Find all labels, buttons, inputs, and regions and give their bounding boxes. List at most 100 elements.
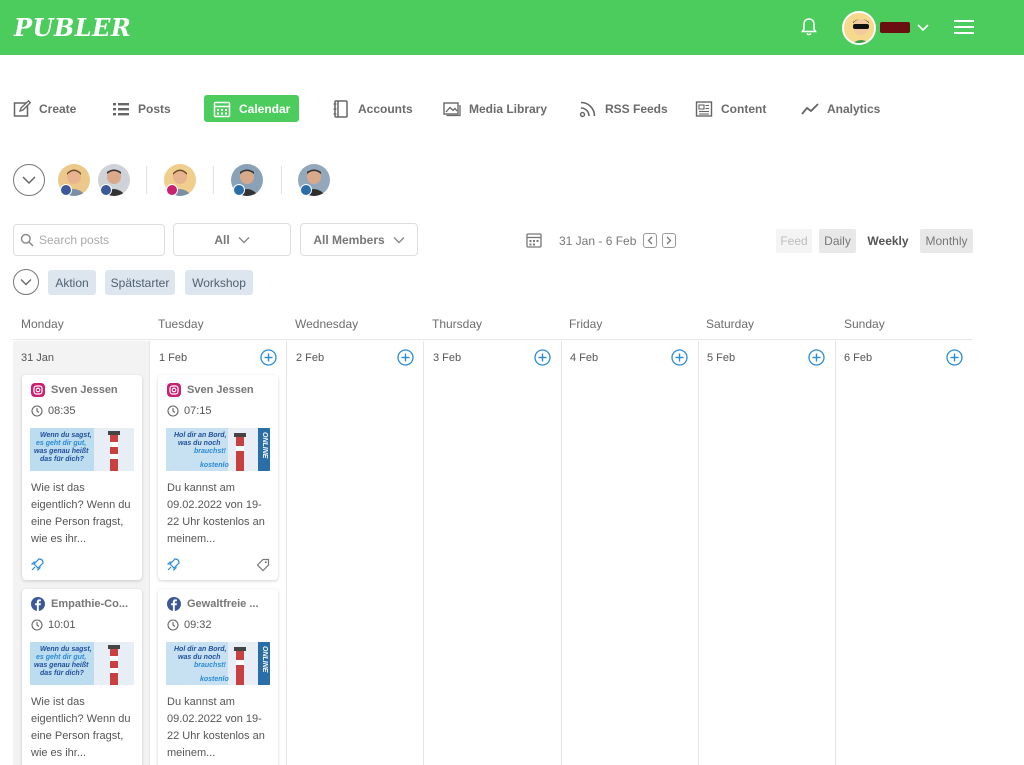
search-input[interactable] (39, 233, 159, 247)
previous-week-button[interactable] (643, 233, 657, 248)
post-text: Wie ist das eigentlich? Wenn du eine Per… (31, 482, 131, 545)
post-time: 09:32 (167, 619, 212, 631)
accounts-collapse-toggle[interactable] (13, 164, 45, 196)
post-image[interactable]: Hol dir an Bord, was du noch brauchst! k… (166, 428, 270, 471)
search-box (13, 224, 165, 256)
view-weekly-button[interactable]: Weekly (862, 229, 914, 253)
date-label-saturday: 5 Feb (707, 352, 736, 364)
nav-content[interactable]: Content (695, 95, 766, 122)
type-filter-value: All (214, 232, 230, 247)
tags-collapse-toggle[interactable] (13, 269, 39, 295)
column-divider (286, 341, 287, 765)
nav-analytics[interactable]: Analytics (801, 95, 880, 122)
instagram-icon (31, 383, 45, 397)
add-post-button[interactable] (397, 349, 414, 366)
add-post-button[interactable] (260, 349, 277, 366)
book-icon (333, 99, 348, 118)
column-divider (835, 341, 836, 765)
account-avatar-linkedin-2[interactable] (298, 164, 330, 196)
post-author: Gewaltfreie ... (167, 597, 259, 611)
date-label-monday: 31 Jan (21, 352, 55, 364)
trend-icon (801, 102, 819, 115)
image-text: was genau heißt (34, 662, 89, 669)
view-weekly-label: Weekly (867, 234, 909, 248)
image-text: es geht dir gut, (36, 654, 87, 661)
nav-media-library[interactable]: Media Library (443, 95, 547, 122)
post-author-name: Sven Jessen (51, 384, 118, 396)
account-avatar-instagram[interactable] (164, 164, 196, 196)
nav-posts[interactable]: Posts (112, 95, 171, 122)
view-daily-label: Daily (824, 234, 851, 248)
clock-icon (31, 619, 43, 631)
list-icon (113, 102, 129, 115)
calendar-icon[interactable] (526, 232, 542, 248)
post-card[interactable]: Sven Jessen 08:35 Wenn du sagst, es geht… (22, 375, 142, 580)
post-text: Wie ist das eigentlich? Wenn du eine Per… (31, 696, 131, 759)
image-text: ONLINE (261, 646, 268, 673)
view-monthly-button[interactable]: Monthly (920, 229, 973, 253)
main-nav: Create Posts Calendar Accounts Media Lib… (0, 95, 1024, 125)
post-image[interactable]: Wenn du sagst, es geht dir gut, was gena… (30, 642, 134, 685)
rocket-icon[interactable] (30, 558, 44, 572)
nav-rss-feeds[interactable]: RSS Feeds (579, 95, 668, 122)
nav-calendar[interactable]: Calendar (204, 95, 300, 122)
account-avatar-facebook-1[interactable] (58, 164, 90, 196)
tag-icon[interactable] (256, 558, 270, 572)
view-daily-button[interactable]: Daily (819, 229, 856, 253)
view-feed-button[interactable]: Feed (776, 229, 812, 253)
user-avatar[interactable] (842, 11, 876, 45)
type-filter-dropdown[interactable]: All (173, 223, 291, 256)
instagram-icon (167, 383, 181, 397)
date-label-thursday: 3 Feb (433, 352, 462, 364)
post-text: Du kannst am 09.02.2022 von 19-22 Uhr ko… (167, 482, 265, 545)
post-time-value: 08:35 (48, 405, 76, 417)
post-card[interactable]: Empathie-Co... 10:01 Wenn du sagst, es g… (22, 589, 142, 765)
add-post-button[interactable] (534, 349, 551, 366)
bell-icon[interactable] (800, 17, 818, 37)
nav-create-label: Create (39, 101, 77, 116)
add-post-button[interactable] (946, 349, 963, 366)
image-text: was genau heißt (34, 448, 89, 455)
day-name-sunday: Sunday (844, 317, 885, 331)
account-avatar-linkedin[interactable] (231, 164, 263, 196)
add-post-button[interactable] (808, 349, 825, 366)
facebook-icon (60, 184, 72, 196)
chevron-down-icon (238, 236, 250, 243)
clock-icon (167, 619, 179, 631)
clock-icon (167, 405, 179, 417)
post-card[interactable]: Gewaltfreie ... 09:32 Hol dir an Bord, w… (158, 589, 278, 765)
column-divider (698, 341, 699, 765)
post-card[interactable]: Sven Jessen 07:15 Hol dir an Bord, was d… (158, 375, 278, 580)
tag-spaetstarter[interactable]: Spätstarter (105, 270, 175, 295)
hamburger-icon[interactable] (954, 19, 974, 35)
nav-accounts[interactable]: Accounts (332, 95, 413, 122)
post-image[interactable]: Hol dir an Bord, was du noch brauchst! k… (166, 642, 270, 685)
add-post-button[interactable] (671, 349, 688, 366)
chevron-down-icon (393, 236, 405, 243)
user-name-redacted[interactable] (880, 22, 910, 33)
post-image[interactable]: Wenn du sagst, es geht dir gut, was gena… (30, 428, 134, 471)
rocket-icon[interactable] (166, 558, 180, 572)
tag-workshop[interactable]: Workshop (185, 270, 253, 295)
members-filter-dropdown[interactable]: All Members (300, 223, 418, 256)
day-name-tuesday: Tuesday (158, 317, 204, 331)
account-avatar-facebook-2[interactable] (98, 164, 130, 196)
image-text: brauchst! (194, 662, 226, 669)
image-text: Wenn du sagst, (40, 646, 92, 653)
image-text: es geht dir gut, (36, 440, 87, 447)
rss-icon (579, 101, 596, 117)
clock-icon (31, 405, 43, 417)
tag-aktion[interactable]: Aktion (48, 270, 96, 295)
divider (213, 166, 214, 194)
app-logo[interactable]: PUBLER (14, 13, 131, 42)
edit-icon (13, 99, 31, 117)
calendar-icon (213, 101, 231, 117)
nav-calendar-label: Calendar (239, 101, 291, 116)
next-week-button[interactable] (662, 233, 676, 248)
chevron-down-icon[interactable] (916, 20, 930, 34)
tag-label: Spätstarter (110, 275, 170, 290)
post-author: Empathie-Co... (31, 597, 128, 611)
newspaper-icon (695, 100, 713, 117)
post-author-name: Gewaltfreie ... (187, 598, 259, 610)
nav-create[interactable]: Create (13, 95, 76, 122)
